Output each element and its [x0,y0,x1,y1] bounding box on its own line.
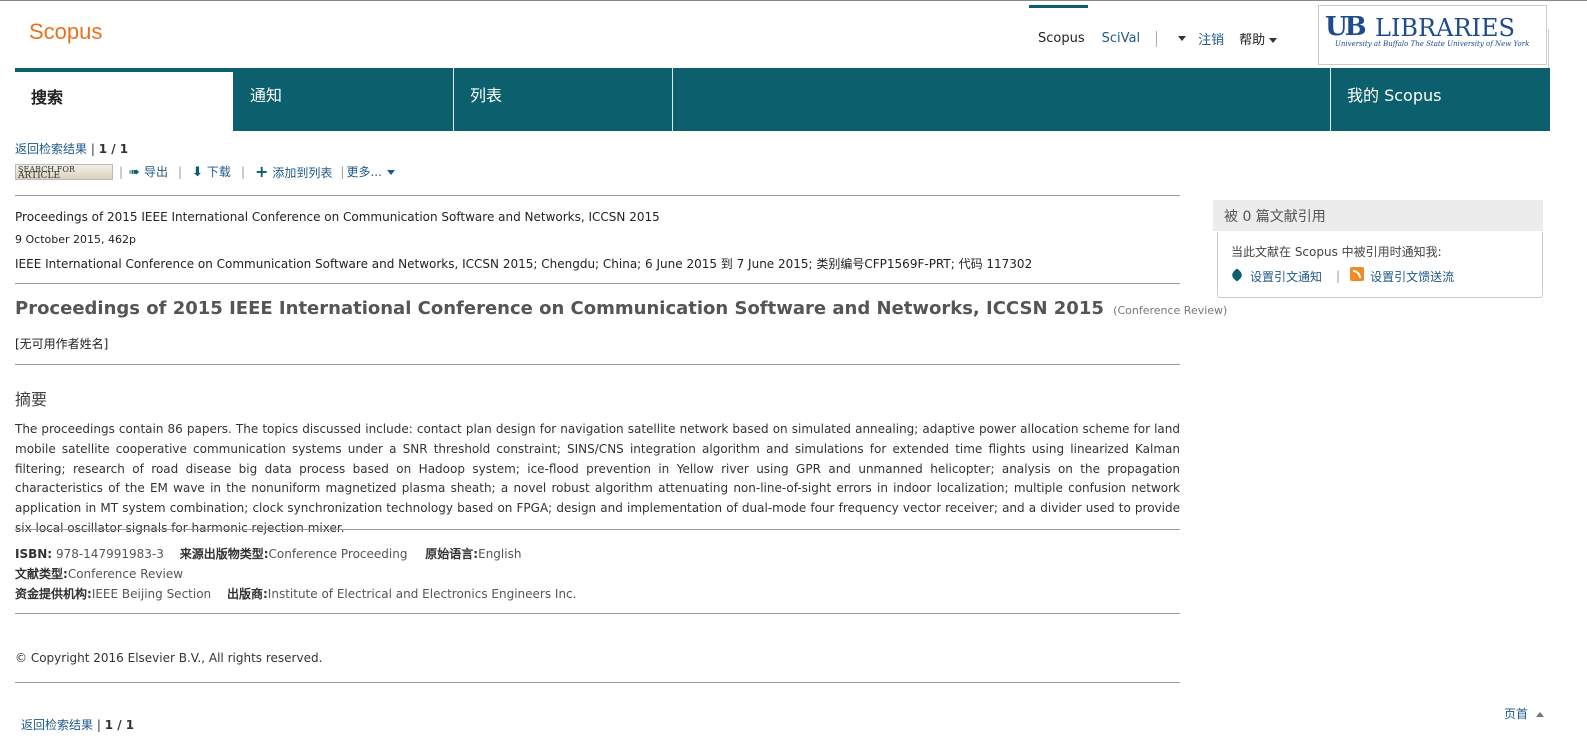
abstract-heading: 摘要 [15,390,48,409]
publisher-label: 出版商: [226,587,268,601]
page-top-link[interactable]: 页首 [1504,705,1545,722]
document-type-badge: (Conference Review) [1113,304,1228,317]
authors: [无可用作者姓名] [15,337,109,351]
result-page-count: 1 / 1 [98,142,129,156]
export-label: 导出 [143,165,168,179]
sponsor-label: 资金提供机构: [15,587,92,601]
cited-by-heading: 被 0 篇文献引用 [1213,200,1543,231]
nav-scopus[interactable]: Scopus [1038,31,1085,46]
set-citation-feed-button[interactable]: 设置引文馈送流 [1350,267,1454,285]
cited-links: 设置引文通知 | 设置引文馈送流 [1230,267,1454,285]
back-to-results-link[interactable]: 返回检索结果 [15,142,87,156]
sponsor-value: IEEE Beijing Section [91,587,212,601]
isbn-value: 978-147991983-3 [55,547,164,561]
add-to-list-label: 添加到列表 [272,166,333,180]
page-top-label: 页首 [1504,707,1529,721]
divider [15,364,1180,365]
source-type-label: 来源出版物类型: [179,547,269,561]
info-row-3: 资金提供机构:IEEE Beijing Section 出版商:Institut… [15,585,576,602]
divider [15,682,1180,683]
source-title: Proceedings of 2015 IEEE International C… [15,210,660,224]
download-icon: ⬇ [192,165,203,180]
tab-search[interactable]: 搜索 [15,68,233,131]
publisher-value: Institute of Electrical and Electronics … [267,587,577,601]
separator: | [90,142,99,156]
nav-scival[interactable]: SciVal [1102,31,1140,46]
language-value: English [478,547,522,561]
conference-info: IEEE International Conference on Communi… [15,257,1033,271]
alert-bell-icon [1230,267,1244,282]
active-product-indicator [1029,5,1088,8]
ub-logo-name: LIBRARIES [1375,14,1515,42]
tab-my-scopus[interactable]: 我的 Scopus [1331,68,1550,131]
document-toolbar: SEARCH FOR ARTICLE | ➠ 导出 | ⬇ 下载 | + 添加到列表 … [15,162,395,181]
divider [15,195,1180,196]
top-nav: Scopus SciVal 注销 帮助 [1038,29,1278,48]
main-nav: 搜索 通知 列表 我的 Scopus [15,68,1550,131]
separator: | [340,164,345,179]
separator: | [1336,269,1341,283]
divider [1548,29,1549,69]
separator: | [119,164,124,179]
isbn-label: ISBN: [15,547,53,561]
back-to-results-footer: 返回检索结果 | 1 / 1 [21,716,134,733]
abstract-text: The proceedings contain 86 papers. The t… [15,422,1180,535]
nav-divider [1156,30,1158,47]
rss-icon [1350,267,1365,281]
tab-lists[interactable]: 列表 [454,68,673,131]
separator: | [96,718,105,732]
ub-logo-mark: UB [1325,12,1367,42]
search-for-article-button[interactable]: SEARCH FOR ARTICLE [15,163,113,181]
back-to-results-link[interactable]: 返回检索结果 [21,718,93,732]
ub-libraries-logo[interactable]: UB LIBRARIES University at Buffalo The S… [1318,5,1547,65]
cited-notify-text: 当此文献在 Scopus 中被引用时通知我: [1231,245,1442,259]
info-row-2: 文献类型:Conference Review [15,565,183,582]
help-label: 帮助 [1239,33,1266,48]
ub-logo-subtitle: University at Buffalo The State Universi… [1335,40,1530,48]
download-button[interactable]: ⬇ 下载 [192,163,231,180]
separator: | [240,164,245,179]
separator: | [177,164,183,179]
cited-by-panel: 当此文献在 Scopus 中被引用时通知我: 设置引文通知 | 设置引文馈送流 [1217,232,1543,298]
document-title-text: Proceedings of 2015 IEEE International C… [15,298,1104,319]
tab-alerts[interactable]: 通知 [234,68,453,131]
export-button[interactable]: ➠ 导出 [129,163,168,180]
tab-divider [672,68,673,131]
help-menu[interactable]: 帮助 [1239,29,1278,48]
set-citation-alert-button[interactable]: 设置引文通知 [1230,267,1323,285]
user-dropdown-icon[interactable] [1178,36,1187,41]
chevron-down-icon [386,170,395,175]
divider [15,283,1180,284]
arrow-up-icon [1536,712,1545,717]
copyright: © Copyright 2016 Elsevier B.V., All righ… [15,651,323,665]
sfa-line2: ARTICLE [18,170,61,181]
source-date: 9 October 2015, 462p [15,233,136,246]
document-title: Proceedings of 2015 IEEE International C… [15,298,1227,319]
scopus-logo[interactable]: Scopus [29,19,102,45]
language-label: 原始语言: [425,547,479,561]
export-icon: ➠ [129,165,140,180]
chevron-down-icon [1269,38,1278,43]
set-citation-alert-label: 设置引文通知 [1250,269,1323,284]
info-row-1: ISBN: 978-147991983-3 来源出版物类型:Conference… [15,545,521,562]
divider [15,529,1180,530]
more-menu[interactable]: 更多... [346,163,395,180]
result-page-count: 1 / 1 [104,718,135,732]
download-label: 下载 [206,165,231,179]
doc-type-label: 文献类型: [15,567,68,581]
divider [15,613,1180,614]
add-to-list-button[interactable]: + 添加到列表 [255,162,332,181]
plus-icon: + [254,162,269,181]
more-label: 更多... [346,165,382,179]
doc-type-value: Conference Review [67,567,184,581]
set-citation-feed-label: 设置引文馈送流 [1370,270,1455,284]
logout-link[interactable]: 注销 [1198,29,1224,48]
back-to-results: 返回检索结果 | 1 / 1 [15,140,128,157]
source-type-value: Conference Proceeding [268,547,408,561]
